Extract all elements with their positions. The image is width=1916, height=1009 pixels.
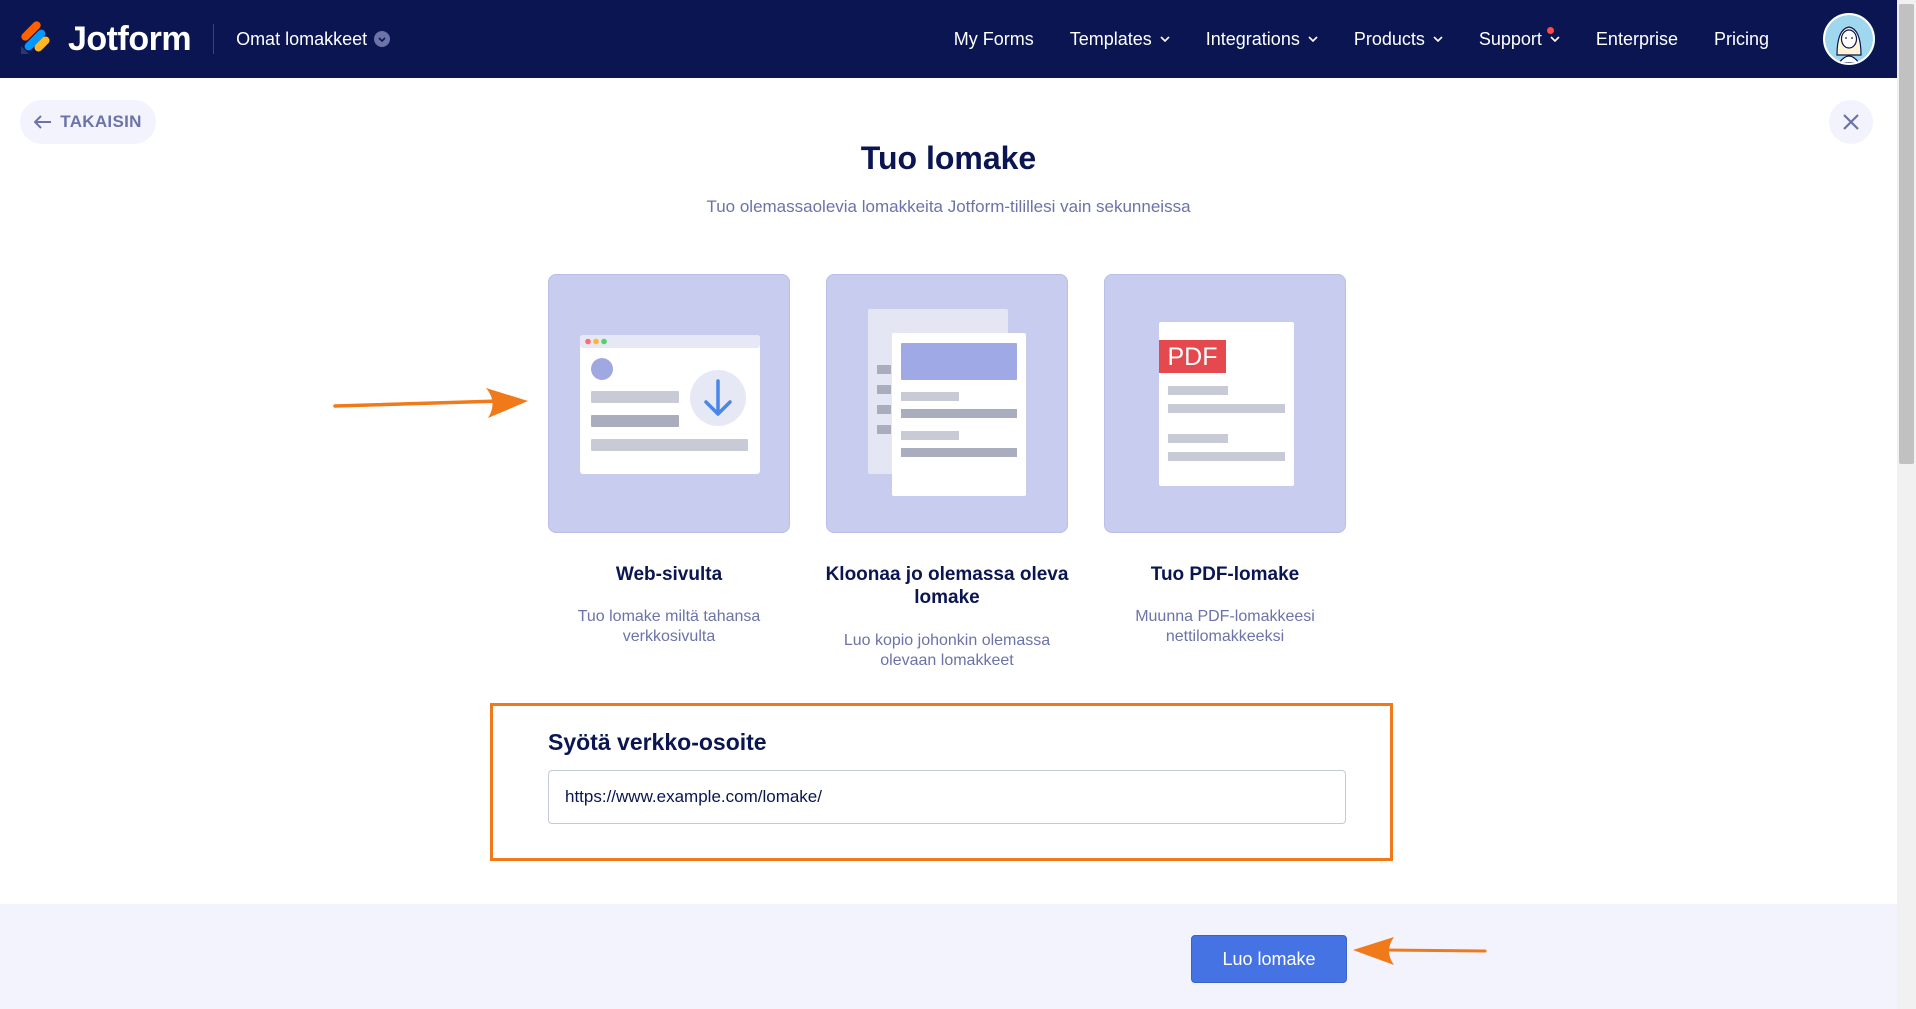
notification-dot — [1546, 26, 1554, 34]
top-navigation: Jotform Omat lomakkeet My Forms Template… — [0, 0, 1897, 78]
close-button[interactable] — [1829, 100, 1873, 144]
back-button[interactable]: TAKAISIN — [20, 100, 156, 144]
clone-form-icon — [868, 309, 1026, 496]
option-description: Tuo lomake miltä tahansa verkkosivulta — [577, 608, 761, 645]
workspace-label: Omat lomakkeet — [236, 28, 368, 49]
footer-bar — [0, 904, 1897, 1009]
web-page-download-icon — [580, 335, 760, 474]
chevron-down-icon — [1160, 36, 1170, 43]
nav-label: Products — [1353, 28, 1425, 49]
nav-label: Support — [1478, 28, 1542, 49]
nav-templates[interactable]: Templates — [1070, 29, 1170, 50]
option-description: Luo kopio johonkin olemassa olevaan loma… — [843, 632, 1051, 669]
option-title: Kloonaa jo olemassa oleva lomake — [825, 564, 1069, 608]
create-form-label: Luo lomake — [1222, 948, 1316, 969]
nav-label: Pricing — [1713, 28, 1769, 49]
nav-enterprise[interactable]: Enterprise — [1596, 29, 1678, 50]
annotation-arrow-left — [1353, 937, 1487, 965]
chevron-down-icon — [374, 31, 391, 47]
arrow-left-icon — [34, 115, 52, 129]
nav-pricing[interactable]: Pricing — [1714, 29, 1769, 50]
option-title: Web-sivulta — [615, 564, 723, 585]
close-icon — [1843, 114, 1859, 130]
nav-integrations[interactable]: Integrations — [1206, 29, 1318, 50]
nav-label: My Forms — [953, 28, 1034, 49]
pdf-badge: PDF — [1168, 343, 1218, 371]
option-description: Muunna PDF-lomakkeesi nettilomakkeeksi — [1135, 608, 1315, 645]
jotform-logo-icon — [18, 21, 52, 57]
main-menu: My Forms Templates Integrations Products… — [918, 26, 1769, 50]
option-card-pdf-form[interactable]: PDF — [1104, 274, 1346, 533]
nav-label: Enterprise — [1595, 28, 1678, 49]
nav-support[interactable]: Support — [1478, 26, 1560, 50]
nav-my-forms[interactable]: My Forms — [954, 29, 1034, 50]
option-title: Tuo PDF-lomake — [1150, 564, 1300, 585]
back-label: TAKAISIN — [60, 112, 142, 131]
option-card-clone-form[interactable] — [826, 274, 1068, 533]
brand[interactable]: Jotform — [18, 19, 192, 59]
user-avatar[interactable] — [1823, 13, 1875, 65]
nav-label: Templates — [1069, 28, 1152, 49]
pdf-document-icon: PDF — [1159, 322, 1294, 486]
page-scrollbar[interactable] — [1897, 0, 1916, 1009]
chevron-down-icon — [1550, 36, 1560, 43]
nav-products[interactable]: Products — [1354, 29, 1443, 50]
my-forms-workspace[interactable]: Omat lomakkeet — [236, 28, 391, 50]
page-title: Tuo lomake — [860, 140, 1037, 176]
chevron-down-icon — [1308, 36, 1318, 43]
url-input[interactable] — [548, 770, 1346, 824]
divider — [213, 24, 215, 54]
url-field-label: Syötä verkko-osoite — [548, 729, 767, 755]
nav-label: Integrations — [1205, 28, 1300, 49]
create-form-button[interactable]: Luo lomake — [1191, 935, 1347, 983]
scrollbar-thumb[interactable] — [1899, 4, 1914, 464]
page-subtitle: Tuo olemassaolevia lomakkeita Jotform-ti… — [706, 197, 1191, 216]
option-card-web-page[interactable] — [548, 274, 790, 533]
annotation-arrow-right — [333, 388, 528, 418]
chevron-down-icon — [1433, 36, 1443, 43]
brand-name: Jotform — [68, 19, 192, 58]
